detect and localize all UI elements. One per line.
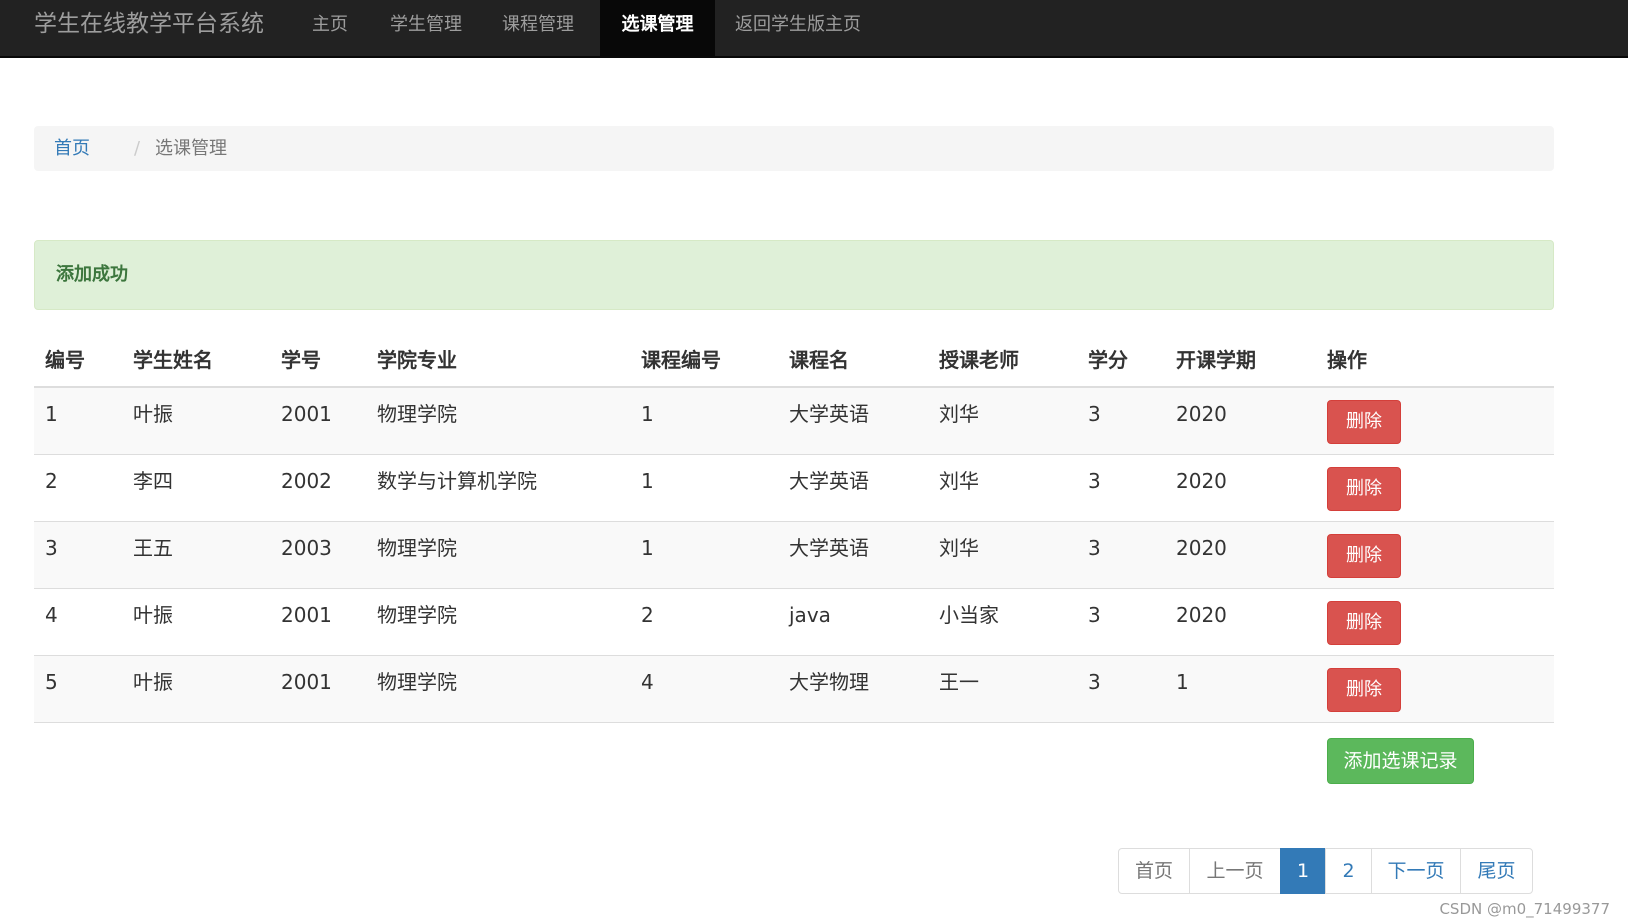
cell-semester: 2020 — [1176, 402, 1227, 426]
nav-item-enrollment-management[interactable]: 选课管理 — [600, 0, 715, 57]
pagination-next[interactable]: 下一页 — [1371, 848, 1461, 894]
cell-course-id: 1 — [641, 402, 654, 426]
alert-message: 添加成功 — [56, 264, 128, 285]
cell-student-number: 2001 — [281, 670, 332, 694]
table-row: 3 王五 2003 物理学院 1 大学英语 刘华 3 2020 删除 — [34, 522, 1554, 589]
delete-button[interactable]: 删除 — [1327, 467, 1401, 511]
pagination-last[interactable]: 尾页 — [1460, 848, 1533, 894]
cell-semester: 2020 — [1176, 603, 1227, 627]
cell-semester: 2020 — [1176, 469, 1227, 493]
cell-student-name: 叶振 — [133, 670, 173, 694]
cell-credits: 3 — [1088, 536, 1101, 560]
cell-teacher: 刘华 — [939, 469, 979, 493]
cell-teacher: 王一 — [939, 670, 979, 694]
cell-teacher: 刘华 — [939, 402, 979, 426]
column-header-teacher: 授课老师 — [939, 348, 1019, 372]
cell-student-number: 2001 — [281, 402, 332, 426]
cell-credits: 3 — [1088, 402, 1101, 426]
cell-course-name: 大学英语 — [789, 402, 869, 426]
cell-credits: 3 — [1088, 469, 1101, 493]
cell-course-name: java — [789, 603, 831, 627]
cell-student-name: 王五 — [133, 536, 173, 560]
table-row: 2 李四 2002 数学与计算机学院 1 大学英语 刘华 3 2020 删除 — [34, 455, 1554, 522]
cell-student-name: 叶振 — [133, 603, 173, 627]
cell-credits: 3 — [1088, 603, 1101, 627]
cell-student-name: 叶振 — [133, 402, 173, 426]
column-header-id: 编号 — [45, 348, 85, 372]
success-alert: 添加成功 — [34, 240, 1554, 310]
cell-semester: 1 — [1176, 670, 1189, 694]
delete-button[interactable]: 删除 — [1327, 668, 1401, 712]
breadcrumb: 首页 / 选课管理 — [34, 126, 1554, 171]
column-header-course-id: 课程编号 — [641, 348, 721, 372]
cell-id: 2 — [45, 469, 58, 493]
delete-button[interactable]: 删除 — [1327, 601, 1401, 645]
table-row: 4 叶振 2001 物理学院 2 java 小当家 3 2020 删除 — [34, 589, 1554, 656]
breadcrumb-current: 选课管理 — [155, 138, 227, 159]
cell-course-name: 大学物理 — [789, 670, 869, 694]
top-navbar: 学生在线教学平台系统 主页 学生管理 课程管理 选课管理 返回学生版主页 — [0, 0, 1628, 58]
cell-id: 3 — [45, 536, 58, 560]
cell-semester: 2020 — [1176, 536, 1227, 560]
cell-id: 4 — [45, 603, 58, 627]
add-enrollment-button[interactable]: 添加选课记录 — [1327, 738, 1474, 784]
pagination-first[interactable]: 首页 — [1118, 848, 1190, 894]
breadcrumb-separator: / — [134, 138, 141, 159]
cell-id: 5 — [45, 670, 58, 694]
cell-course-id: 1 — [641, 469, 654, 493]
delete-button[interactable]: 删除 — [1327, 534, 1401, 578]
pagination: 首页 上一页 1 2 下一页 尾页 — [1118, 848, 1533, 894]
delete-button[interactable]: 删除 — [1327, 400, 1401, 444]
cell-course-name: 大学英语 — [789, 469, 869, 493]
column-header-student-name: 学生姓名 — [133, 348, 213, 372]
brand-title[interactable]: 学生在线教学平台系统 — [34, 8, 264, 40]
column-header-course-name: 课程名 — [789, 348, 849, 372]
nav-item-student-home[interactable]: 返回学生版主页 — [735, 0, 885, 57]
cell-id: 1 — [45, 402, 58, 426]
cell-course-id: 4 — [641, 670, 654, 694]
cell-teacher: 刘华 — [939, 536, 979, 560]
table-row: 1 叶振 2001 物理学院 1 大学英语 刘华 3 2020 删除 — [34, 388, 1554, 455]
column-header-semester: 开课学期 — [1176, 348, 1256, 372]
cell-credits: 3 — [1088, 670, 1101, 694]
cell-college: 物理学院 — [377, 536, 457, 560]
nav-item-course-management[interactable]: 课程管理 — [500, 0, 598, 57]
cell-student-number: 2002 — [281, 469, 332, 493]
column-header-actions: 操作 — [1327, 348, 1367, 372]
cell-course-name: 大学英语 — [789, 536, 869, 560]
column-header-student-number: 学号 — [281, 348, 321, 372]
column-header-credits: 学分 — [1088, 348, 1128, 372]
cell-course-id: 2 — [641, 603, 654, 627]
cell-student-number: 2001 — [281, 603, 332, 627]
watermark: CSDN @m0_71499377 — [1439, 900, 1610, 918]
table-row: 5 叶振 2001 物理学院 4 大学物理 王一 3 1 删除 — [34, 656, 1554, 723]
enrollment-table: 编号 学生姓名 学号 学院专业 课程编号 课程名 授课老师 学分 开课学期 操作… — [34, 338, 1554, 723]
cell-college: 物理学院 — [377, 670, 457, 694]
nav-item-home[interactable]: 主页 — [301, 0, 382, 57]
cell-college: 物理学院 — [377, 402, 457, 426]
breadcrumb-home-link[interactable]: 首页 — [54, 126, 90, 171]
pagination-page-1[interactable]: 1 — [1280, 848, 1326, 894]
cell-college: 数学与计算机学院 — [377, 469, 537, 493]
table-header: 编号 学生姓名 学号 学院专业 课程编号 课程名 授课老师 学分 开课学期 操作 — [34, 338, 1554, 388]
pagination-page-2[interactable]: 2 — [1325, 848, 1372, 894]
column-header-college: 学院专业 — [377, 348, 457, 372]
cell-teacher: 小当家 — [939, 603, 999, 627]
pagination-prev[interactable]: 上一页 — [1189, 848, 1281, 894]
cell-student-name: 李四 — [133, 469, 173, 493]
cell-course-id: 1 — [641, 536, 654, 560]
cell-student-number: 2003 — [281, 536, 332, 560]
cell-college: 物理学院 — [377, 603, 457, 627]
nav-item-student-management[interactable]: 学生管理 — [388, 0, 486, 57]
